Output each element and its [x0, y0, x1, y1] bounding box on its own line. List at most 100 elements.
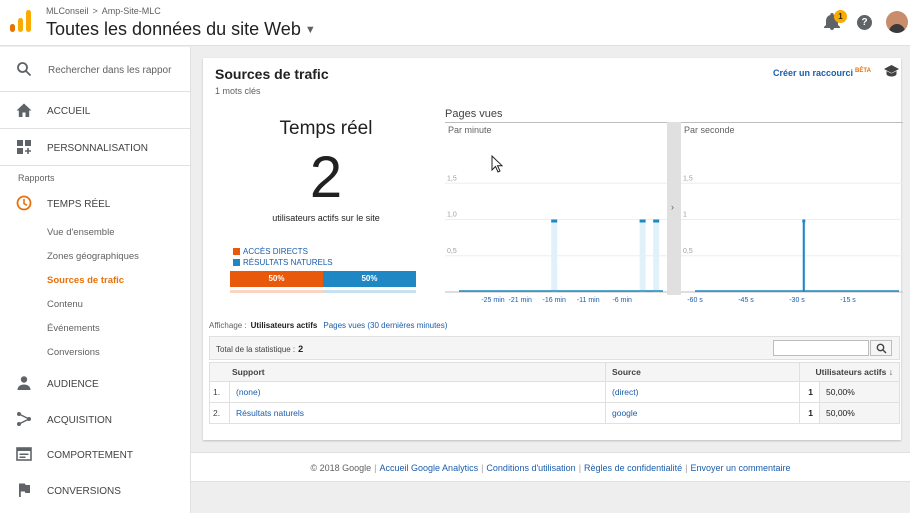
report-title: Sources de trafic [215, 66, 329, 82]
footer-sep: | [374, 463, 377, 473]
footer-sep: | [578, 463, 582, 473]
report-subtitle: 1 mots clés [215, 86, 261, 96]
sidebar-subitem-evenements[interactable]: Événements [47, 323, 100, 334]
split-segment-0: 50% [230, 271, 323, 287]
chart-title-pages-vues: Pages vues [445, 108, 503, 120]
chart-y-tick: 1,0 [447, 212, 457, 219]
chart-x-tick: -6 min [612, 297, 632, 304]
sidebar: Rechercher dans les rappor ACCUEIL PERSO… [0, 47, 191, 513]
sidebar-item-personnalisation[interactable]: PERSONNALISATION [0, 129, 191, 165]
tab-pageviews[interactable]: Pages vues (30 dernières minutes) [323, 321, 447, 330]
chart-splitter [667, 122, 681, 295]
sidebar-item-label: COMPORTEMENT [47, 450, 133, 461]
sidebar-subitem-conversions[interactable]: Conversions [47, 347, 100, 358]
footer-link-feedback[interactable]: Envoyer un commentaire [690, 463, 790, 473]
chart-bar-cap [639, 219, 646, 223]
sidebar-item-temps-reel[interactable]: TEMPS RÉEL [0, 185, 191, 221]
sources-table: Support Source Utilisateurs actifs ↓ 1. … [209, 362, 900, 424]
table-search-button[interactable] [870, 340, 892, 356]
legend-swatch [233, 248, 240, 256]
sidebar-item-label: TEMPS RÉEL [47, 199, 111, 210]
legend-organic: RÉSULTATS NATURELS [233, 258, 333, 267]
mouse-cursor-icon [491, 155, 503, 173]
view-title: Toutes les données du site Web [46, 19, 301, 39]
row-source-link[interactable]: google [605, 402, 800, 424]
row-support-link[interactable]: Résultats naturels [229, 402, 606, 424]
breadcrumb-property[interactable]: Amp-Site-MLC [102, 6, 161, 16]
sidebar-subitem-vue-ensemble[interactable]: Vue d'ensemble [47, 227, 114, 238]
sidebar-item-conversions[interactable]: CONVERSIONS [0, 472, 191, 508]
split-underline-segment [230, 290, 323, 293]
display-tabs: Affichage : Utilisateurs actifs Pages vues… [209, 321, 447, 330]
footer-link-home[interactable]: Accueil Google Analytics [380, 463, 479, 473]
analytics-logo-icon[interactable] [10, 10, 32, 32]
split-segment-1: 50% [323, 271, 416, 287]
top-bar: MLConseil > Amp-Site-MLC Toutes les donnée… [0, 0, 910, 46]
chart-x-tick: -60 s [687, 297, 703, 304]
column-label: Utilisateurs actifs [815, 367, 887, 377]
create-shortcut-link[interactable]: Créer un raccourci BÊTA [773, 68, 871, 78]
breadcrumb[interactable]: MLConseil > Amp-Site-MLC [46, 6, 161, 16]
sidebar-subitem-zones[interactable]: Zones géographiques [47, 251, 139, 262]
footer-link-privacy[interactable]: Règles de confidentialité [584, 463, 682, 473]
chart-x-tick: -25 min [481, 297, 504, 304]
view-selector[interactable]: Toutes les données du site Web ▼ [46, 19, 316, 40]
sidebar-item-comportement[interactable]: COMPORTEMENT [0, 436, 191, 472]
sidebar-item-audience[interactable]: AUDIENCE [0, 365, 191, 401]
search-icon [876, 343, 887, 354]
total-value: 2 [298, 344, 304, 354]
footer-sep: | [685, 463, 688, 473]
shortcut-label: Créer un raccourci [773, 68, 854, 78]
chart-bar [653, 219, 660, 292]
beta-tag: BÊTA [855, 68, 871, 74]
active-users-caption: utilisateurs actifs sur le site [272, 213, 380, 223]
column-active-users[interactable]: Utilisateurs actifs ↓ [799, 362, 900, 382]
column-source[interactable]: Source [605, 362, 800, 382]
row-index: 2. [209, 402, 230, 424]
splitter-chevron-icon: › [671, 202, 674, 212]
chart-x-tick: -11 min [577, 297, 600, 304]
row-percent: 50,00% [819, 402, 900, 424]
graduation-cap-icon[interactable] [884, 65, 899, 77]
column-support[interactable]: Support [209, 362, 606, 382]
chart-subtitle: Par minute [448, 125, 492, 135]
caret-down-icon: ▼ [304, 24, 316, 37]
chart-bar-line [802, 219, 805, 292]
chart-bar-cap [653, 219, 660, 223]
table-header-row: Support Source Utilisateurs actifs ↓ [209, 362, 900, 382]
row-source-link[interactable]: (direct) [605, 381, 800, 403]
chart-y-tick: 1,5 [683, 175, 693, 182]
footer-copyright: © 2018 Google [310, 463, 372, 473]
footer-link-terms[interactable]: Conditions d'utilisation [486, 463, 575, 473]
sidebar-item-acquisition[interactable]: ACQUISITION [0, 401, 191, 437]
row-count: 1 [799, 402, 820, 424]
sort-down-arrow-icon: ↓ [888, 367, 893, 377]
tab-active-users[interactable]: Utilisateurs actifs [251, 321, 318, 330]
chart-x-tick: -30 s [789, 297, 805, 304]
total-label: Total de la statistique : [216, 345, 296, 354]
table-search-input[interactable] [773, 340, 869, 356]
help-icon[interactable]: ? [857, 15, 872, 30]
avatar[interactable] [886, 11, 908, 33]
search-icon [17, 62, 32, 77]
home-icon [16, 103, 32, 117]
traffic-split-bar: 50% 50% [230, 271, 416, 287]
chart-x-tick: -16 min [543, 297, 566, 304]
sidebar-search[interactable]: Rechercher dans les rappor [0, 47, 191, 92]
table-row: 2. Résultats naturels google 1 50,00% [209, 402, 900, 424]
row-support-link[interactable]: (none) [229, 381, 606, 403]
sidebar-item-accueil[interactable]: ACCUEIL [0, 92, 191, 128]
chart-y-tick: 0,5 [683, 248, 693, 255]
sidebar-subitem-sources[interactable]: Sources de trafic [47, 275, 124, 286]
notification-badge: 1 [834, 10, 847, 23]
dashboard-plus-icon [17, 140, 31, 154]
sidebar-item-label: ACCUEIL [47, 106, 91, 117]
sidebar-subitem-contenu[interactable]: Contenu [47, 299, 83, 310]
chart-bar-cap [551, 219, 558, 223]
search-input[interactable]: Rechercher dans les rappor [48, 65, 188, 76]
chart-subtitle: Par seconde [684, 125, 735, 135]
chart-y-tick: 1 [683, 212, 687, 219]
footer-sep: | [481, 463, 484, 473]
breadcrumb-account[interactable]: MLConseil [46, 6, 89, 16]
display-label: Affichage : [209, 321, 247, 330]
